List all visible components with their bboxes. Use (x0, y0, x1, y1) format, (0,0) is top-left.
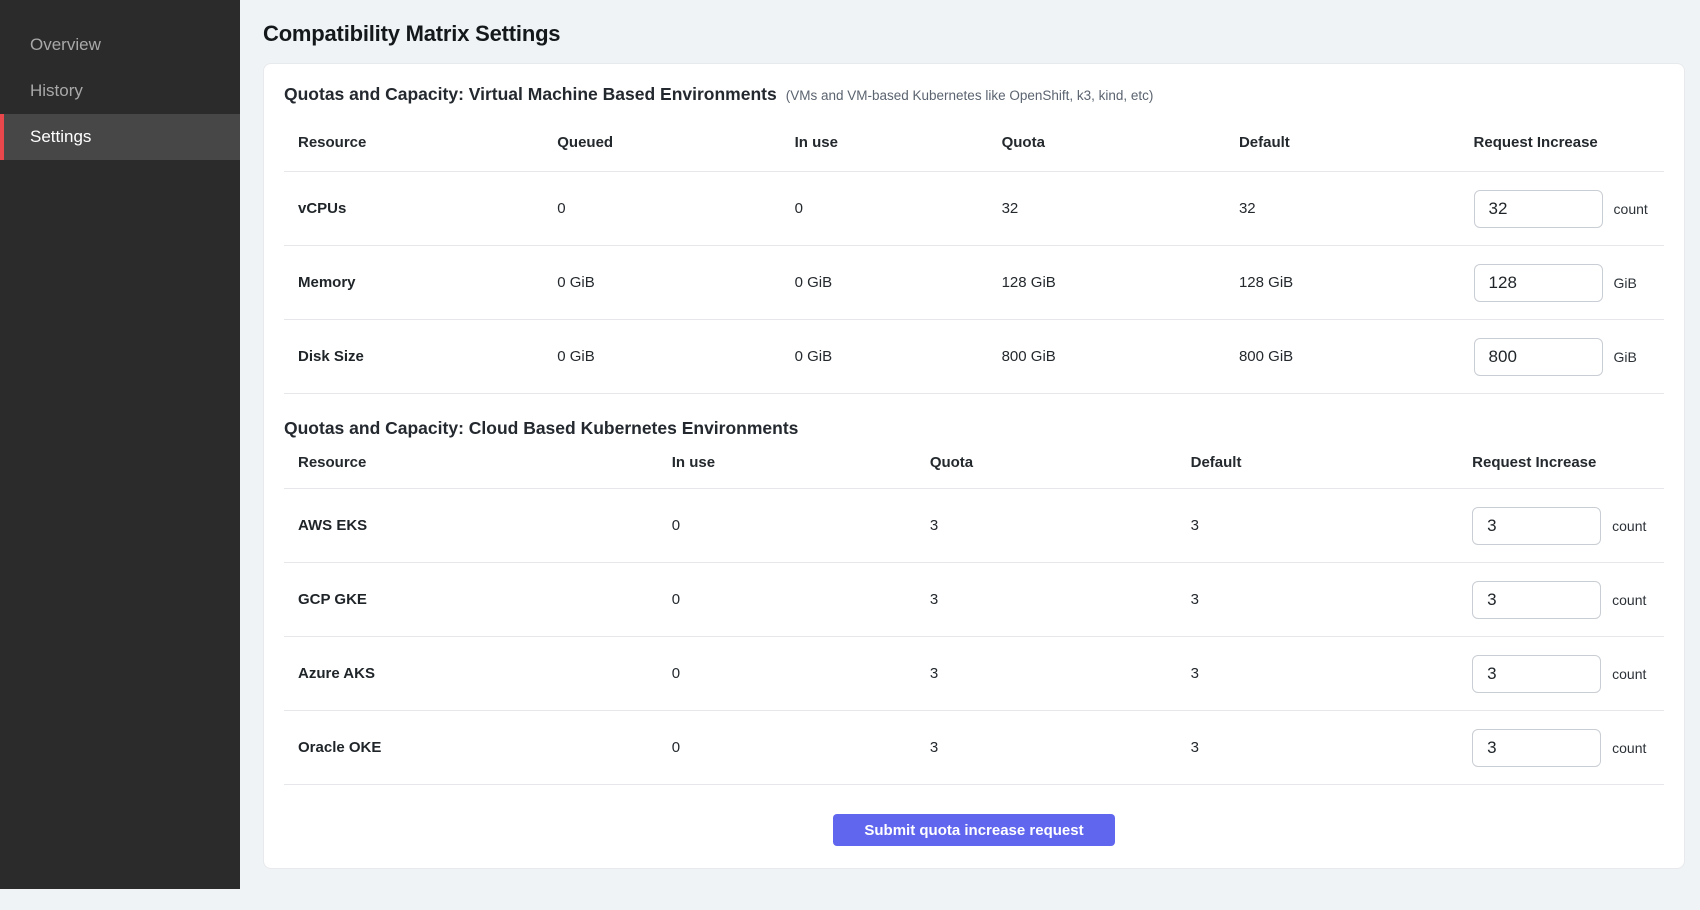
cell-in-use: 0 (672, 563, 930, 637)
section-cloud-kubernetes: Quotas and Capacity: Cloud Based Kuberne… (284, 416, 1664, 785)
cell-queued: 0 GiB (557, 246, 794, 320)
vm-quota-table: ResourceQueuedIn useQuotaDefaultRequest … (284, 106, 1664, 394)
cell-queued: 0 (557, 172, 794, 246)
table-row-disk-size: Disk Size0 GiB0 GiB800 GiB800 GiBGiB (284, 320, 1664, 394)
unit-label: count (1612, 666, 1646, 682)
cell-in-use: 0 (672, 489, 930, 563)
column-header-in-use: In use (795, 106, 1002, 172)
request-increase-cell: count (1472, 563, 1664, 637)
unit-label: count (1612, 518, 1646, 534)
column-header-default: Default (1239, 106, 1474, 172)
section-header: Quotas and Capacity: Cloud Based Kuberne… (284, 416, 1664, 440)
table-row-oracle-oke: Oracle OKE033count (284, 711, 1664, 785)
resource-name: Disk Size (284, 320, 557, 394)
request-increase-group: GiB (1474, 338, 1664, 376)
request-increase-input-aws-eks[interactable] (1472, 507, 1601, 545)
column-header-resource: Resource (284, 106, 557, 172)
column-header-in-use: In use (672, 440, 930, 489)
cell-quota: 32 (1002, 172, 1239, 246)
request-increase-group: count (1472, 507, 1664, 545)
resource-name: GCP GKE (284, 563, 672, 637)
cell-quota: 3 (930, 489, 1191, 563)
request-increase-input-disk-size[interactable] (1474, 338, 1603, 376)
section-header: Quotas and Capacity: Virtual Machine Bas… (284, 82, 1664, 106)
table-row-vcpus: vCPUs003232count (284, 172, 1664, 246)
request-increase-group: count (1472, 655, 1664, 693)
unit-label: count (1612, 592, 1646, 608)
request-increase-cell: count (1472, 637, 1664, 711)
cell-quota: 3 (930, 637, 1191, 711)
actions-bar: Submit quota increase request (284, 785, 1664, 846)
cell-quota: 3 (930, 711, 1191, 785)
column-header-default: Default (1191, 440, 1473, 489)
request-increase-group: count (1472, 581, 1664, 619)
cell-in-use: 0 (672, 711, 930, 785)
request-increase-group: GiB (1474, 264, 1664, 302)
request-increase-cell: count (1472, 489, 1664, 563)
column-header-quota: Quota (1002, 106, 1239, 172)
section-title: Quotas and Capacity: Virtual Machine Bas… (284, 82, 777, 106)
sidebar-item-history[interactable]: History (0, 68, 240, 114)
column-header-request-increase: Request Increase (1474, 106, 1664, 172)
request-increase-input-azure-aks[interactable] (1472, 655, 1601, 693)
resource-name: Azure AKS (284, 637, 672, 711)
table-row-azure-aks: Azure AKS033count (284, 637, 1664, 711)
page-title: Compatibility Matrix Settings (263, 21, 1685, 47)
table-row-memory: Memory0 GiB0 GiB128 GiB128 GiBGiB (284, 246, 1664, 320)
cell-default: 32 (1239, 172, 1474, 246)
main-content: Compatibility Matrix Settings Quotas and… (240, 21, 1700, 869)
cell-quota: 3 (930, 563, 1191, 637)
resource-name: Oracle OKE (284, 711, 672, 785)
cell-default: 800 GiB (1239, 320, 1474, 394)
section-vm-environments: Quotas and Capacity: Virtual Machine Bas… (284, 82, 1664, 394)
column-header-request-increase: Request Increase (1472, 440, 1664, 489)
request-increase-cell: GiB (1474, 246, 1664, 320)
cell-default: 3 (1191, 711, 1473, 785)
resource-name: AWS EKS (284, 489, 672, 563)
table-header-row: ResourceQueuedIn useQuotaDefaultRequest … (284, 106, 1664, 172)
request-increase-input-gcp-gke[interactable] (1472, 581, 1601, 619)
cell-quota: 128 GiB (1002, 246, 1239, 320)
request-increase-input-memory[interactable] (1474, 264, 1603, 302)
cell-default: 3 (1191, 637, 1473, 711)
settings-card: Quotas and Capacity: Virtual Machine Bas… (263, 63, 1685, 869)
cell-default: 3 (1191, 563, 1473, 637)
unit-label: count (1614, 201, 1648, 217)
submit-quota-increase-button[interactable]: Submit quota increase request (833, 814, 1114, 846)
cell-in-use: 0 (795, 172, 1002, 246)
cell-in-use: 0 (672, 637, 930, 711)
cell-default: 3 (1191, 489, 1473, 563)
table-row-aws-eks: AWS EKS033count (284, 489, 1664, 563)
section-title: Quotas and Capacity: Cloud Based Kuberne… (284, 416, 798, 440)
request-increase-cell: count (1474, 172, 1664, 246)
cell-queued: 0 GiB (557, 320, 794, 394)
unit-label: GiB (1614, 275, 1637, 291)
request-increase-group: count (1474, 190, 1664, 228)
cell-default: 128 GiB (1239, 246, 1474, 320)
request-increase-cell: GiB (1474, 320, 1664, 394)
sidebar-item-overview[interactable]: Overview (0, 22, 240, 68)
cloud-k8s-quota-table: ResourceIn useQuotaDefaultRequest Increa… (284, 440, 1664, 785)
section-subtitle: (VMs and VM-based Kubernetes like OpenSh… (786, 88, 1154, 103)
table-row-gcp-gke: GCP GKE033count (284, 563, 1664, 637)
resource-name: vCPUs (284, 172, 557, 246)
cell-in-use: 0 GiB (795, 246, 1002, 320)
sidebar: OverviewHistorySettings (0, 0, 240, 889)
column-header-resource: Resource (284, 440, 672, 489)
request-increase-input-vcpus[interactable] (1474, 190, 1603, 228)
request-increase-group: count (1472, 729, 1664, 767)
resource-name: Memory (284, 246, 557, 320)
column-header-queued: Queued (557, 106, 794, 172)
cell-in-use: 0 GiB (795, 320, 1002, 394)
sidebar-item-settings[interactable]: Settings (0, 114, 240, 160)
request-increase-input-oracle-oke[interactable] (1472, 729, 1601, 767)
cell-quota: 800 GiB (1002, 320, 1239, 394)
unit-label: count (1612, 740, 1646, 756)
request-increase-cell: count (1472, 711, 1664, 785)
column-header-quota: Quota (930, 440, 1191, 489)
table-header-row: ResourceIn useQuotaDefaultRequest Increa… (284, 440, 1664, 489)
unit-label: GiB (1614, 349, 1637, 365)
